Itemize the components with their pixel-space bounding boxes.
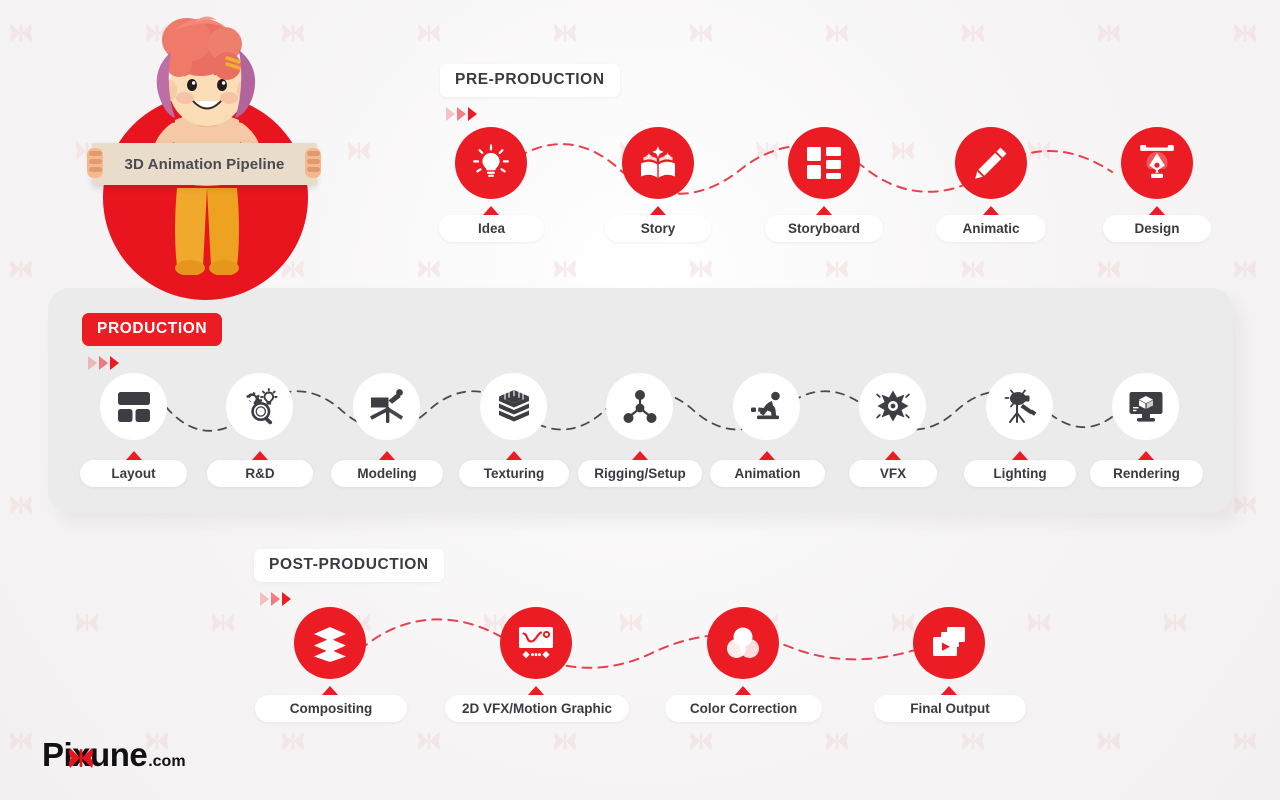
play-arrow-icon — [99, 356, 108, 370]
step-circle-rigging[interactable] — [606, 373, 673, 440]
pointer-triangle — [816, 206, 832, 215]
starburst-gear-icon — [875, 390, 910, 421]
step-label-animatic[interactable]: Animatic — [936, 215, 1046, 242]
layout-grid-icon — [117, 391, 150, 422]
step-label-final-output[interactable]: Final Output — [874, 695, 1026, 722]
layered-cube-icon — [498, 389, 529, 421]
step-circle-animation[interactable] — [733, 373, 800, 440]
step-label-texturing[interactable]: Texturing — [459, 460, 569, 487]
step-circle-modeling[interactable] — [353, 373, 420, 440]
pointer-triangle — [650, 206, 666, 215]
step-circle-storyboard[interactable] — [788, 127, 860, 199]
pointer-triangle — [322, 686, 338, 695]
play-arrow-icon — [446, 107, 455, 121]
section-post-production: POST-PRODUCTION — [254, 549, 444, 606]
logo-domain-text: .com — [148, 753, 186, 770]
butterfly-logo-icon — [69, 748, 93, 768]
play-arrow-icon — [271, 592, 280, 606]
pointer-triangle — [528, 686, 544, 695]
step-label-storyboard[interactable]: Storyboard — [765, 215, 883, 242]
pointer-triangle — [632, 451, 648, 460]
post-production-title: POST-PRODUCTION — [254, 549, 444, 582]
pointer-triangle — [1149, 206, 1165, 215]
step-label-lighting[interactable]: Lighting — [964, 460, 1076, 487]
step-label-vfx[interactable]: VFX — [849, 460, 937, 487]
step-label-design[interactable]: Design — [1103, 215, 1211, 242]
pointer-triangle — [941, 686, 957, 695]
step-circle-story[interactable] — [622, 127, 694, 199]
modeling-sculpt-icon — [369, 388, 403, 423]
step-label-2dvfx[interactable]: 2D VFX/Motion Graphic — [445, 695, 629, 722]
pointer-triangle — [126, 451, 142, 460]
section-production: PRODUCTION — [82, 313, 223, 370]
play-arrow-icon — [88, 356, 97, 370]
step-circle-compositing[interactable] — [294, 607, 366, 679]
pointer-triangle — [983, 206, 999, 215]
pointer-triangle — [735, 686, 751, 695]
lightbulb-icon — [473, 144, 509, 177]
step-circle-layout[interactable] — [100, 373, 167, 440]
step-circle-vfx[interactable] — [859, 373, 926, 440]
hero-character: 3D Animation Pipeline — [75, 0, 335, 300]
motion-curve-icon — [519, 627, 553, 659]
pre-production-title: PRE-PRODUCTION — [440, 64, 620, 97]
play-arrow-icon — [110, 356, 119, 370]
play-arrow-icon — [468, 107, 477, 121]
open-book-sparkle-icon — [641, 146, 675, 178]
gear-magnifier-bulb-icon — [245, 387, 277, 424]
step-label-rnd[interactable]: R&D — [207, 460, 313, 487]
step-label-layout[interactable]: Layout — [80, 460, 187, 487]
storyboard-grid-icon — [807, 147, 841, 179]
logo-brand-text: Pixune — [42, 736, 148, 773]
production-arrows — [88, 356, 222, 370]
section-pre-production: PRE-PRODUCTION — [440, 64, 620, 121]
studio-light-icon — [1004, 389, 1036, 423]
pixune-logo[interactable]: Pixune .com — [42, 738, 186, 771]
node-skeleton-icon — [623, 389, 656, 423]
play-arrow-icon — [282, 592, 291, 606]
pointer-triangle — [483, 206, 499, 215]
step-label-rendering[interactable]: Rendering — [1090, 460, 1203, 487]
step-label-rigging[interactable]: Rigging/Setup — [578, 460, 702, 487]
pointer-triangle — [1138, 451, 1154, 460]
pointer-triangle — [885, 451, 901, 460]
pointer-triangle — [506, 451, 522, 460]
pointer-triangle — [1012, 451, 1028, 460]
production-title: PRODUCTION — [82, 313, 223, 346]
post-production-arrows — [260, 592, 444, 606]
character-hands — [87, 148, 321, 178]
step-label-color-correction[interactable]: Color Correction — [665, 695, 822, 722]
running-figure-icon — [750, 391, 780, 419]
step-label-modeling[interactable]: Modeling — [331, 460, 443, 487]
step-label-idea[interactable]: Idea — [439, 215, 544, 242]
step-circle-lighting[interactable] — [986, 373, 1053, 440]
color-circles-icon — [727, 627, 759, 658]
pointer-triangle — [759, 451, 775, 460]
step-circle-color-correction[interactable] — [707, 607, 779, 679]
pen-tool-icon — [1140, 145, 1174, 178]
step-circle-rnd[interactable] — [226, 373, 293, 440]
step-circle-rendering[interactable] — [1112, 373, 1179, 440]
video-frames-play-icon — [933, 627, 965, 656]
pre-production-arrows — [446, 107, 620, 121]
step-label-compositing[interactable]: Compositing — [255, 695, 407, 722]
step-circle-texturing[interactable] — [480, 373, 547, 440]
step-label-story[interactable]: Story — [605, 215, 711, 242]
step-circle-final-output[interactable] — [913, 607, 985, 679]
pencil-icon — [975, 147, 1007, 179]
step-circle-idea[interactable] — [455, 127, 527, 199]
step-circle-design[interactable] — [1121, 127, 1193, 199]
step-label-animation[interactable]: Animation — [710, 460, 825, 487]
monitor-cube-icon — [1129, 391, 1162, 422]
play-arrow-icon — [260, 592, 269, 606]
step-circle-animatic[interactable] — [955, 127, 1027, 199]
play-arrow-icon — [457, 107, 466, 121]
step-circle-2dvfx[interactable] — [500, 607, 572, 679]
pointer-triangle — [252, 451, 268, 460]
pointer-triangle — [379, 451, 395, 460]
stacked-layers-icon — [314, 627, 346, 662]
